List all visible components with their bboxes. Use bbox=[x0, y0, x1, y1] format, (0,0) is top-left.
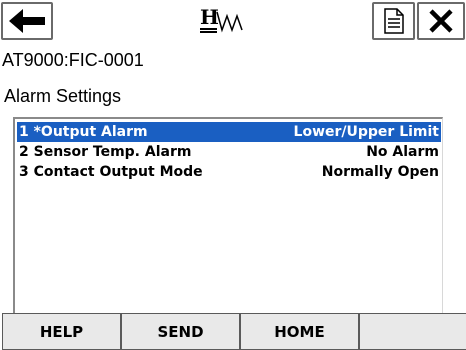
back-button[interactable] bbox=[1, 2, 53, 40]
device-tag: AT9000:FIC-0001 bbox=[2, 50, 144, 70]
menu-list: 1 *Output Alarm Lower/Upper Limit 2 Sens… bbox=[13, 117, 443, 313]
menu-item-label: 1 *Output Alarm bbox=[19, 124, 148, 140]
menu-item-label: 2 Sensor Temp. Alarm bbox=[19, 144, 192, 160]
menu-item-sensor-temp-alarm[interactable]: 2 Sensor Temp. Alarm No Alarm bbox=[17, 142, 441, 162]
menu-item-value: Normally Open bbox=[321, 164, 439, 180]
screen-title: Alarm Settings bbox=[4, 86, 122, 106]
left-arrow-icon bbox=[9, 9, 45, 33]
softkey-bar: HELP SEND HOME bbox=[0, 313, 466, 350]
close-button[interactable] bbox=[417, 2, 465, 40]
close-icon bbox=[429, 9, 453, 33]
menu-item-output-alarm[interactable]: 1 *Output Alarm Lower/Upper Limit bbox=[17, 122, 441, 142]
document-icon bbox=[383, 8, 404, 34]
empty-softkey[interactable] bbox=[359, 313, 466, 350]
document-button[interactable] bbox=[372, 2, 415, 40]
svg-text:H: H bbox=[200, 5, 219, 29]
help-button[interactable]: HELP bbox=[2, 313, 121, 350]
hart-logo: H bbox=[200, 4, 244, 36]
home-button[interactable]: HOME bbox=[240, 313, 359, 350]
menu-item-value: No Alarm bbox=[366, 144, 439, 160]
send-button[interactable]: SEND bbox=[121, 313, 240, 350]
menu-item-contact-output-mode[interactable]: 3 Contact Output Mode Normally Open bbox=[17, 162, 441, 182]
menu-item-label: 3 Contact Output Mode bbox=[19, 164, 203, 180]
menu-item-value: Lower/Upper Limit bbox=[293, 124, 439, 140]
